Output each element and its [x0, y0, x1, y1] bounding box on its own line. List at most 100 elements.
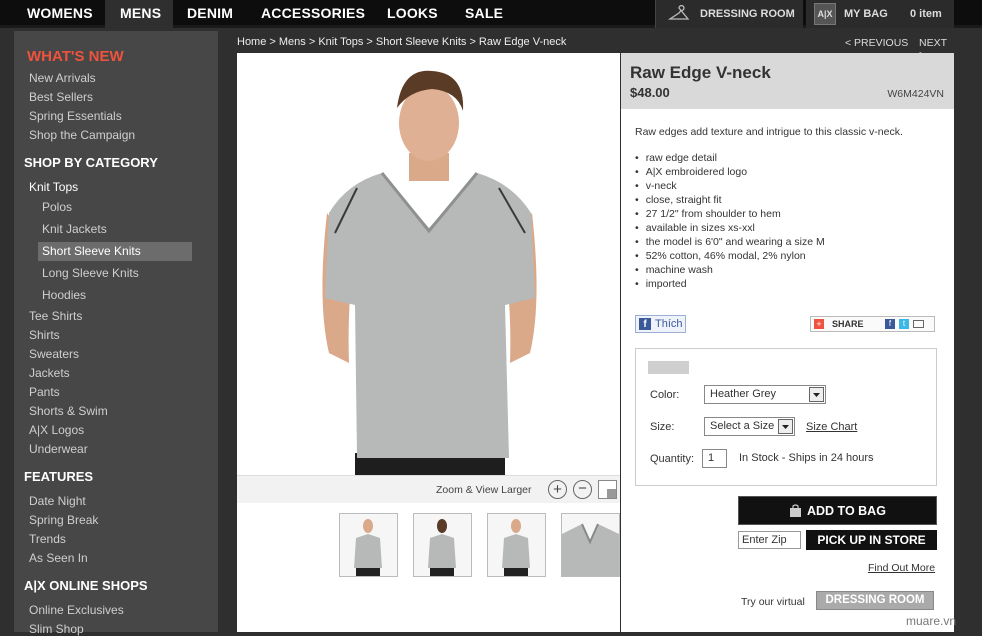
sidebar-item-short-sleeve-knits[interactable]: Short Sleeve Knits	[42, 244, 141, 258]
color-swatch[interactable]	[648, 361, 689, 374]
sidebar-item-trends[interactable]: Trends	[29, 532, 66, 546]
feature-item: machine wash	[635, 263, 825, 277]
top-nav: WOMENS MENS DENIM ACCESSORIES LOOKS SALE…	[0, 0, 982, 28]
sidebar: WHAT'S NEW New Arrivals Best Sellers Spr…	[14, 31, 218, 636]
feature-item: v-neck	[635, 179, 825, 193]
sidebar-item-underwear[interactable]: Underwear	[29, 442, 88, 456]
feature-item: raw edge detail	[635, 151, 825, 165]
facebook-like-button[interactable]: f Thích	[635, 315, 686, 333]
product-image[interactable]	[237, 53, 620, 475]
quantity-input[interactable]: 1	[702, 449, 727, 468]
sidebar-item-spring-break[interactable]: Spring Break	[29, 513, 98, 527]
sidebar-item-sweaters[interactable]: Sweaters	[29, 347, 79, 361]
zoom-out-icon[interactable]: −	[573, 480, 592, 499]
color-select-value: Heather Grey	[710, 388, 777, 400]
nav-mens[interactable]: MENS	[105, 0, 173, 28]
share-plus-icon: +	[814, 319, 824, 329]
sidebar-item-shorts-swim[interactable]: Shorts & Swim	[29, 404, 108, 418]
sidebar-item-jackets[interactable]: Jackets	[29, 366, 70, 380]
color-select[interactable]: Heather Grey	[704, 385, 826, 404]
sidebar-item-online-exclusives[interactable]: Online Exclusives	[29, 603, 124, 617]
sidebar-item-polos[interactable]: Polos	[42, 200, 72, 214]
options-box: Color: Heather Grey Size: Select a Size …	[635, 348, 937, 486]
sidebar-item-ax-logos[interactable]: A|X Logos	[29, 423, 84, 437]
color-label: Color:	[650, 389, 680, 401]
nav-womens[interactable]: WOMENS	[27, 0, 93, 28]
sidebar-item-spring-essentials[interactable]: Spring Essentials	[29, 109, 122, 123]
feature-item: 27 1/2" from shoulder to hem	[635, 207, 825, 221]
sidebar-item-shirts[interactable]: Shirts	[29, 328, 60, 342]
feature-item: 52% cotton, 46% modal, 2% nylon	[635, 249, 825, 263]
quantity-label: Quantity:	[650, 453, 695, 465]
my-bag-label: MY BAG	[844, 8, 888, 20]
feature-item: A|X embroidered logo	[635, 165, 825, 179]
sidebar-item-knit-jackets[interactable]: Knit Jackets	[42, 222, 107, 236]
fullscreen-icon[interactable]	[598, 480, 617, 499]
nav-denim[interactable]: DENIM	[187, 0, 233, 28]
product-features: raw edge detail A|X embroidered logo v-n…	[635, 151, 825, 291]
sidebar-item-as-seen-in[interactable]: As Seen In	[29, 551, 88, 565]
share-button[interactable]: + SHARE f t	[810, 316, 935, 332]
feature-item: available in sizes xs-xxl	[635, 221, 825, 235]
dressing-room-button[interactable]: DRESSING ROOM	[816, 591, 934, 610]
thumbnail-side[interactable]	[487, 513, 546, 577]
like-label: Thích	[655, 318, 683, 330]
sidebar-item-new-arrivals[interactable]: New Arrivals	[29, 71, 96, 85]
product-sku: W6M424VN	[887, 88, 944, 100]
thumbnail-detail[interactable]	[561, 513, 620, 577]
size-chart-link[interactable]: Size Chart	[806, 421, 857, 433]
size-label: Size:	[650, 421, 675, 433]
features-heading: FEATURES	[24, 469, 94, 484]
product-title: Raw Edge V-neck	[630, 63, 771, 82]
email-icon	[913, 320, 924, 328]
sidebar-item-tee-shirts[interactable]: Tee Shirts	[29, 309, 82, 323]
sidebar-item-knit-tops[interactable]: Knit Tops	[29, 180, 78, 194]
dressing-room-link[interactable]: DRESSING ROOM	[655, 0, 803, 28]
bag-icon	[790, 504, 801, 517]
whats-new-heading: WHAT'S NEW	[27, 48, 124, 65]
zoom-label: Zoom & View Larger	[436, 484, 532, 496]
main-content: Home > Mens > Knit Tops > Short Sleeve K…	[236, 31, 954, 632]
size-select[interactable]: Select a Size	[704, 417, 795, 436]
twitter-icon: t	[899, 319, 909, 329]
sidebar-item-hoodies[interactable]: Hoodies	[42, 288, 86, 302]
product-info: Raw Edge V-neck $48.00 W6M424VN Raw edge…	[621, 53, 954, 632]
thumbnail-front[interactable]	[339, 513, 398, 577]
zoom-in-icon[interactable]: +	[548, 480, 567, 499]
product-description: Raw edges add texture and intrigue to th…	[635, 126, 903, 138]
product-header: Raw Edge V-neck $48.00 W6M424VN	[621, 53, 954, 109]
feature-item: the model is 6'0" and wearing a size M	[635, 235, 825, 249]
zip-input[interactable]: Enter Zip	[738, 531, 801, 549]
sidebar-item-long-sleeve-knits[interactable]: Long Sleeve Knits	[42, 266, 139, 280]
sidebar-item-pants[interactable]: Pants	[29, 385, 60, 399]
share-label: SHARE	[832, 319, 864, 329]
facebook-share-icon: f	[885, 319, 895, 329]
chevron-down-icon	[778, 419, 793, 434]
facebook-icon: f	[639, 318, 651, 330]
add-to-bag-label: ADD TO BAG	[807, 504, 886, 518]
online-shops-heading: A|X ONLINE SHOPS	[24, 578, 148, 593]
breadcrumb[interactable]: Home > Mens > Knit Tops > Short Sleeve K…	[237, 36, 566, 48]
dressing-room-label: DRESSING ROOM	[700, 8, 795, 20]
hanger-icon	[668, 5, 690, 20]
sidebar-item-shop-campaign[interactable]: Shop the Campaign	[29, 128, 135, 142]
model-figure	[322, 70, 537, 475]
sidebar-item-date-night[interactable]: Date Night	[29, 494, 86, 508]
zoom-bar: Zoom & View Larger + −	[237, 475, 620, 503]
bag-logo-icon: A|X	[814, 3, 836, 25]
shop-by-category-heading: SHOP BY CATEGORY	[24, 155, 158, 170]
my-bag-link[interactable]: A|X MY BAG 0 item	[806, 0, 954, 28]
sidebar-item-slim-shop[interactable]: Slim Shop	[29, 622, 84, 636]
sidebar-item-best-sellers[interactable]: Best Sellers	[29, 90, 93, 104]
find-out-more-link[interactable]: Find Out More	[868, 562, 935, 574]
stock-status: In Stock - Ships in 24 hours	[739, 452, 874, 464]
watermark: muare.vn	[906, 614, 957, 628]
previous-link[interactable]: < PREVIOUS	[845, 37, 908, 49]
add-to-bag-button[interactable]: ADD TO BAG	[738, 496, 937, 525]
nav-sale[interactable]: SALE	[465, 0, 503, 28]
nav-looks[interactable]: LOOKS	[387, 0, 438, 28]
pick-up-in-store-button[interactable]: PICK UP IN STORE	[806, 530, 937, 550]
size-select-value: Select a Size	[710, 420, 775, 432]
nav-accessories[interactable]: ACCESSORIES	[261, 0, 365, 28]
thumbnail-back[interactable]	[413, 513, 472, 577]
